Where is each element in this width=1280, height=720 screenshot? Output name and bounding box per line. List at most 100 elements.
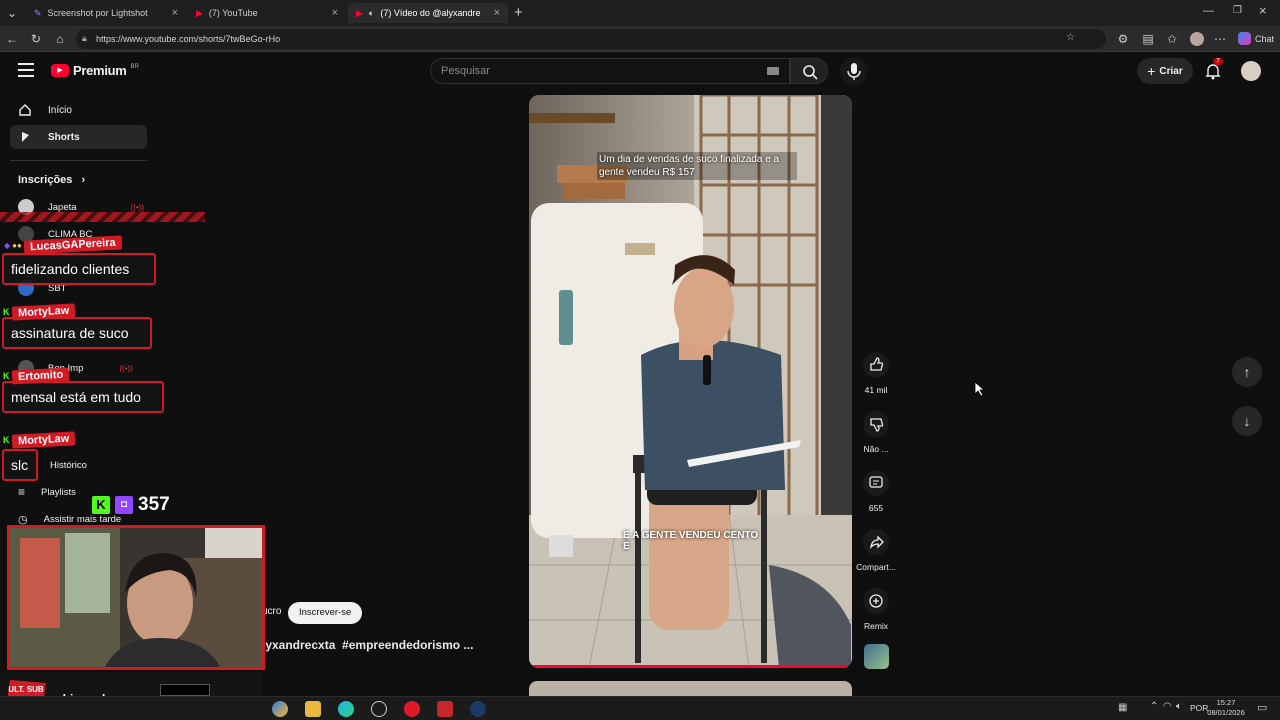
account-avatar[interactable] (1241, 61, 1261, 81)
share-label: Compart... (856, 562, 896, 572)
voice-search-button[interactable] (840, 57, 868, 85)
chat-username-tag: K Ertomito (3, 367, 70, 385)
live-icon: ((•)) (130, 202, 144, 212)
remix-button[interactable] (863, 588, 889, 614)
chat-message: fidelizando clientes (2, 253, 156, 285)
copilot-app-icon[interactable] (272, 701, 288, 717)
dislike-button[interactable] (863, 411, 889, 437)
profile-avatar[interactable] (1190, 32, 1204, 46)
copilot-chat-button[interactable]: Chat (1238, 32, 1274, 45)
extensions-icon[interactable]: ⚙ (1115, 31, 1131, 47)
tab-youtube[interactable]: ▶ (7) YouTube × (188, 3, 346, 23)
dislike-label: Não ... (863, 444, 889, 454)
chat-message: slc (2, 449, 38, 481)
search-input[interactable]: Pesquisar (430, 58, 790, 84)
new-tab-button[interactable]: + (514, 4, 523, 21)
play-logo-icon: ▶ (51, 64, 69, 77)
clock-icon: ◷ (18, 513, 28, 526)
next-short-preview[interactable] (529, 681, 852, 696)
sidebar-item-home[interactable]: Início (10, 98, 147, 122)
media-player-icon[interactable] (404, 701, 420, 717)
obs-icon[interactable] (371, 701, 387, 717)
thumbs-up-icon (870, 357, 884, 371)
tab-video-active[interactable]: ▶ 🔈︎ (7) Vídeo do @alyxandrecxta × (348, 3, 508, 23)
arrow-down-icon: ↓ (1243, 413, 1251, 429)
wifi-icon[interactable]: ◠ (1163, 701, 1172, 712)
keyboard-icon[interactable] (767, 67, 779, 75)
like-count: 41 mil (864, 385, 888, 395)
notifications-button[interactable]: 7 (1204, 58, 1223, 80)
youtube-premium-logo[interactable]: ▶ Premium BR (51, 63, 139, 78)
home-icon[interactable]: ⌂ (52, 31, 68, 47)
steam-icon[interactable] (470, 701, 486, 717)
twitch-badge-icon: ◆ (4, 240, 11, 250)
star-icon[interactable]: ☆ (1066, 32, 1075, 43)
audio-thumbnail[interactable] (864, 644, 889, 669)
create-button[interactable]: + Criar (1137, 58, 1193, 84)
refresh-icon[interactable]: ↻ (28, 31, 44, 47)
speaker-icon[interactable]: 🔈︎ (369, 8, 374, 19)
video-hashtags[interactable]: lyxandrecxta #empreendedorismo ... (262, 638, 473, 652)
edge-browser-icon[interactable] (338, 701, 354, 717)
streaming-app-icon[interactable] (437, 701, 453, 717)
menu-icon[interactable] (18, 63, 34, 77)
feather-icon: ✎ (34, 7, 42, 18)
twitch-logo-icon: ◘ (115, 496, 133, 514)
video-frame (529, 95, 852, 668)
chat-username-tag: ◆ ●● LucasGAPereira (4, 235, 122, 255)
notification-badge: 7 (1213, 58, 1223, 65)
maximize-button[interactable]: ❐ (1233, 5, 1242, 16)
keyboard-tray-icon[interactable]: ▦ (1118, 702, 1127, 713)
video-caption-subtitle: E A GENTE VENDEU CENTO E (623, 530, 759, 552)
kick-badge-icon: K (3, 371, 10, 381)
close-tab-icon[interactable]: × (494, 7, 500, 19)
playlist-icon: ≡ (18, 485, 26, 499)
close-window-button[interactable]: × (1259, 3, 1267, 18)
shorts-icon (22, 132, 29, 142)
chat-message: mensal está em tudo (2, 381, 164, 413)
chevron-right-icon: › (81, 174, 86, 186)
next-short-button[interactable]: ↓ (1232, 406, 1262, 436)
close-tab-icon[interactable]: × (332, 7, 338, 19)
chat-message: assinatura de suco (2, 317, 152, 349)
notification-center-icon[interactable]: ▭ (1257, 701, 1267, 714)
browser-tab-bar: ⌄ ✎ Screenshot por Lightshot × ▶ (7) You… (0, 0, 1280, 26)
share-button[interactable] (863, 529, 889, 555)
url-field[interactable]: 🔒︎ https://www.youtube.com/shorts/7twBeG… (76, 29, 1106, 49)
video-progress-bar[interactable] (529, 665, 852, 668)
sponsor-logo (160, 684, 210, 696)
sidebar-item-history[interactable]: Histórico (42, 453, 142, 477)
like-button[interactable] (863, 352, 889, 378)
mouse-cursor (974, 381, 986, 397)
divider (10, 160, 147, 161)
video-caption-top: Um dia de vendas de suco finalizada e a … (597, 152, 797, 180)
youtube-icon: ▶ (356, 7, 363, 18)
sidebar-item-shorts[interactable]: Shorts (10, 125, 147, 149)
tab-lightshot[interactable]: ✎ Screenshot por Lightshot × (26, 3, 186, 23)
comments-button[interactable] (863, 470, 889, 496)
kick-badge-icon: K (3, 435, 10, 445)
split-screen-icon[interactable]: ▤ (1140, 31, 1156, 47)
home-icon (19, 104, 31, 116)
file-explorer-icon[interactable] (305, 701, 321, 717)
subscriptions-header[interactable]: Inscrições › (18, 174, 85, 186)
back-icon[interactable]: ← (4, 31, 20, 47)
subscribe-button[interactable]: Inscrever-se (288, 602, 363, 624)
viewer-counter: K ◘ 357 (92, 494, 170, 516)
close-tab-icon[interactable]: × (172, 7, 178, 19)
chat-username-tag: K MortyLaw (3, 303, 76, 321)
chat-username-tag: K MortyLaw (3, 431, 76, 449)
tray-chevron-icon[interactable]: ⌃ (1150, 701, 1158, 712)
clock[interactable]: 15:27 08/01/2026 (1203, 698, 1249, 718)
volume-icon[interactable]: 🔈︎ (1176, 701, 1182, 712)
shorts-video-player[interactable]: Um dia de vendas de suco finalizada e a … (529, 95, 852, 668)
more-menu-icon[interactable]: ⋯ (1212, 31, 1228, 47)
comment-icon (869, 476, 883, 488)
emote-badge-icon: ●● (12, 240, 22, 250)
previous-short-button[interactable]: ↑ (1232, 357, 1262, 387)
tab-list-chevron-icon[interactable]: ⌄ (4, 5, 20, 21)
search-button[interactable] (790, 58, 828, 84)
favorites-icon[interactable]: ✩ (1164, 31, 1180, 47)
kick-badge-icon: K (3, 307, 10, 317)
minimize-button[interactable]: — (1203, 5, 1214, 17)
